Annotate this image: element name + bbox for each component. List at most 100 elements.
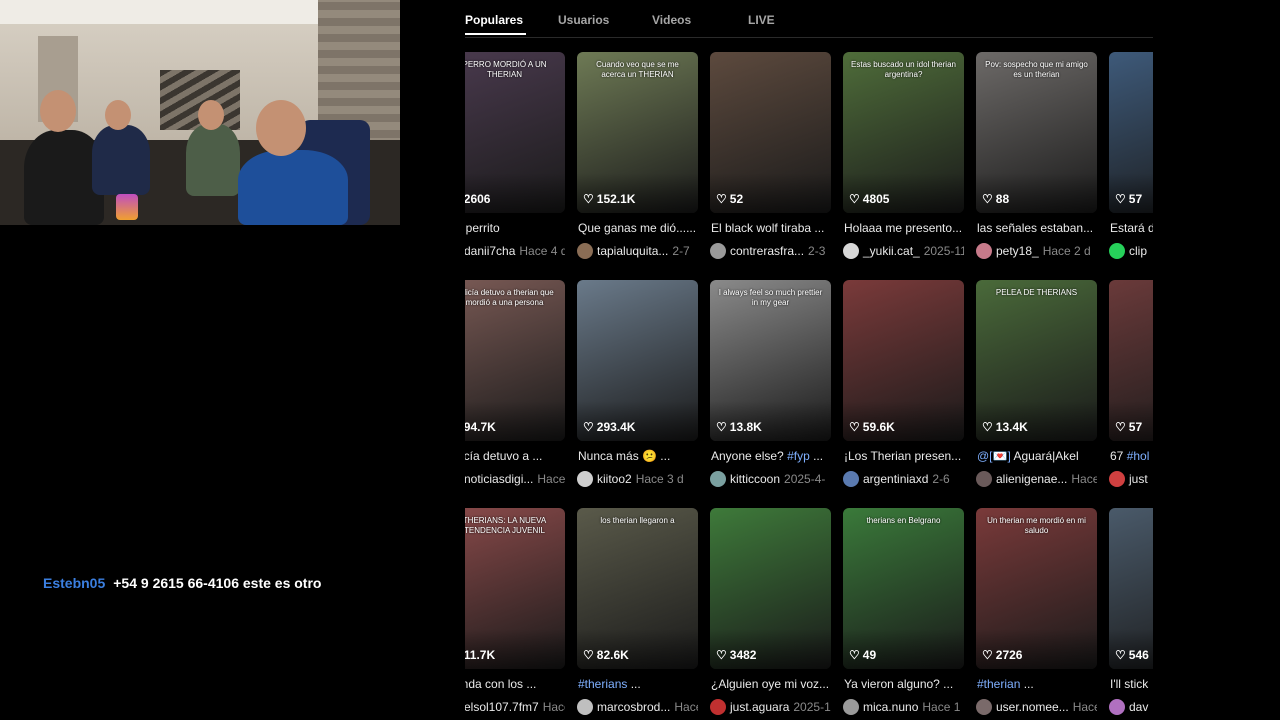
video-thumbnail[interactable]: ♡ 52	[710, 52, 831, 213]
video-description[interactable]: Que ganas me dió......	[578, 221, 699, 235]
author-username[interactable]: marcosbrod...	[597, 700, 670, 714]
tab-usuarios[interactable]: Usuarios	[558, 13, 609, 27]
video-author[interactable]: just.aguara 2025-12-	[710, 698, 831, 716]
video-description[interactable]: ¿Alguien oye mi voz...	[711, 677, 832, 691]
video-card[interactable]: ♡ 57 67 #hol just	[1109, 280, 1153, 490]
video-author[interactable]: marcosbrod... Hace	[577, 698, 698, 716]
avatar[interactable]	[577, 243, 593, 259]
video-thumbnail[interactable]: PERRO MORDIÓ A UN THERIAN ♡2606	[465, 52, 565, 213]
tab-live[interactable]: LIVE	[748, 13, 775, 27]
video-description[interactable]: I'll stick	[1110, 677, 1153, 691]
avatar[interactable]	[843, 471, 859, 487]
author-username[interactable]: dav	[1129, 700, 1148, 714]
video-card[interactable]: PELEA DE THERIANS ♡ 13.4K @[💌] Aguará|Akel a…	[976, 280, 1097, 490]
video-description[interactable]: é onda con los ...	[465, 677, 566, 691]
video-description[interactable]: #therian ...	[977, 677, 1098, 691]
video-description[interactable]: 67 #hol	[1110, 449, 1153, 463]
author-username[interactable]: mica.nuno	[863, 700, 918, 714]
video-thumbnail[interactable]: Pov: sospecho que mi amigo es un therian…	[976, 52, 1097, 213]
avatar[interactable]	[1109, 699, 1125, 715]
avatar[interactable]	[710, 243, 726, 259]
video-author[interactable]: tapialuquita... 2-7	[577, 242, 698, 260]
video-thumbnail[interactable]: I always feel so much prettier in my gea…	[710, 280, 831, 441]
video-card[interactable]: PERRO MORDIÓ A UN THERIAN ♡2606 ore perrit…	[465, 52, 565, 262]
video-thumbnail[interactable]: ♡ 57	[1109, 52, 1153, 213]
video-card[interactable]: Un therian me mordió en mi saludo ♡ 2726 #t…	[976, 508, 1097, 718]
video-card[interactable]: ♡ 52 El black wolf tiraba ... contrerasfra.…	[710, 52, 831, 262]
avatar[interactable]	[843, 699, 859, 715]
video-card[interactable]: Cuando veo que se me acerca un THERIAN ♡ 1…	[577, 52, 698, 262]
video-author[interactable]: alienigenae... Hace	[976, 470, 1097, 488]
video-card[interactable]: ♡ 59.6K ¡Los Therian presen... argentiniaxd…	[843, 280, 964, 490]
video-card[interactable]: Estas buscado un idol therian argentina?…	[843, 52, 964, 262]
author-username[interactable]: just.aguara	[730, 700, 789, 714]
video-description[interactable]: Holaaa me presento...	[844, 221, 965, 235]
video-thumbnail[interactable]: Cuando veo que se me acerca un THERIAN ♡ 1…	[577, 52, 698, 213]
video-thumbnail[interactable]: THERIANS: LA NUEVA TENDENCIA JUVENIL ♡11.…	[465, 508, 565, 669]
video-card[interactable]: policía detuvo a therian que mordió a un…	[465, 280, 565, 490]
video-description[interactable]: El black wolf tiraba ...	[711, 221, 832, 235]
video-author[interactable]: _yukii.cat_2025-11-	[843, 242, 964, 260]
avatar[interactable]	[843, 243, 859, 259]
video-description[interactable]: las señales estaban...	[977, 221, 1098, 235]
video-card[interactable]: I always feel so much prettier in my gea…	[710, 280, 831, 490]
author-username[interactable]: contrerasfra...	[730, 244, 804, 258]
video-card[interactable]: Pov: sospecho que mi amigo es un therian…	[976, 52, 1097, 262]
video-description[interactable]: Nunca más 😕 ...	[578, 449, 699, 463]
author-username[interactable]: kiitoo2	[597, 472, 632, 486]
avatar[interactable]	[710, 471, 726, 487]
video-description[interactable]: ¡Los Therian presen...	[844, 449, 965, 463]
video-author[interactable]: dav	[1109, 698, 1153, 716]
video-thumbnail[interactable]: PELEA DE THERIANS ♡ 13.4K	[976, 280, 1097, 441]
video-author[interactable]: danii7cha Hace 4 d	[465, 242, 565, 260]
avatar[interactable]	[976, 471, 992, 487]
avatar[interactable]	[577, 471, 593, 487]
tab-videos[interactable]: Videos	[652, 13, 691, 27]
avatar[interactable]	[710, 699, 726, 715]
video-author[interactable]: argentiniaxd 2-6	[843, 470, 964, 488]
video-thumbnail[interactable]: ♡ 59.6K	[843, 280, 964, 441]
author-username[interactable]: kitticcoon	[730, 472, 780, 486]
video-author[interactable]: user.nomee...Hace	[976, 698, 1097, 716]
video-author[interactable]: kitticcoon 2025-4-	[710, 470, 831, 488]
video-card[interactable]: ♡ 57 Estará d clip	[1109, 52, 1153, 262]
avatar[interactable]	[976, 699, 992, 715]
avatar[interactable]	[1109, 471, 1125, 487]
video-thumbnail[interactable]: ♡ 3482	[710, 508, 831, 669]
video-description[interactable]: #therians ...	[578, 677, 699, 691]
video-card[interactable]: therians en Belgrano ♡ 49 Ya vieron alguno?…	[843, 508, 964, 718]
video-thumbnail[interactable]: ♡ 57	[1109, 280, 1153, 441]
author-username[interactable]: just	[1129, 472, 1148, 486]
author-username[interactable]: clip	[1129, 244, 1147, 258]
author-username[interactable]: alienigenae...	[996, 472, 1067, 486]
video-description[interactable]: Estará d	[1110, 221, 1153, 235]
avatar[interactable]	[976, 243, 992, 259]
video-thumbnail[interactable]: Un therian me mordió en mi saludo ♡ 2726	[976, 508, 1097, 669]
video-description[interactable]: ore perrito	[465, 221, 566, 235]
video-description[interactable]: Anyone else? #fyp ...	[711, 449, 832, 463]
author-username[interactable]: danii7cha	[465, 244, 515, 258]
author-username[interactable]: elsol107.7fm7	[465, 700, 539, 714]
author-username[interactable]: argentiniaxd	[863, 472, 928, 486]
video-thumbnail[interactable]: Estas buscado un idol therian argentina?…	[843, 52, 964, 213]
video-thumbnail[interactable]: But I ♡546	[1109, 508, 1153, 669]
video-thumbnail[interactable]: therians en Belgrano ♡ 49	[843, 508, 964, 669]
author-username[interactable]: noticiasdigi...	[465, 472, 533, 486]
author-username[interactable]: pety18_	[996, 244, 1039, 258]
tab-populares[interactable]: Populares	[465, 13, 523, 27]
video-card[interactable]: ♡ 293.4K Nunca más 😕 ... kiitoo2 Hace 3 d	[577, 280, 698, 490]
avatar[interactable]	[577, 699, 593, 715]
video-author[interactable]: clip	[1109, 242, 1153, 260]
video-author[interactable]: mica.nuno Hace 1 s	[843, 698, 964, 716]
video-author[interactable]: noticiasdigi... Hace	[465, 470, 565, 488]
video-author[interactable]: contrerasfra... 2-3	[710, 242, 831, 260]
avatar[interactable]	[1109, 243, 1125, 259]
video-card[interactable]: THERIANS: LA NUEVA TENDENCIA JUVENIL ♡11.…	[465, 508, 565, 718]
video-thumbnail[interactable]: policía detuvo a therian que mordió a un…	[465, 280, 565, 441]
video-thumbnail[interactable]: ♡ 293.4K	[577, 280, 698, 441]
video-author[interactable]: pety18_ Hace 2 d	[976, 242, 1097, 260]
video-author[interactable]: elsol107.7fm7Hace	[465, 698, 565, 716]
author-username[interactable]: tapialuquita...	[597, 244, 668, 258]
video-card[interactable]: But I ♡546 I'll stick dav	[1109, 508, 1153, 718]
author-username[interactable]: _yukii.cat_	[863, 244, 920, 258]
